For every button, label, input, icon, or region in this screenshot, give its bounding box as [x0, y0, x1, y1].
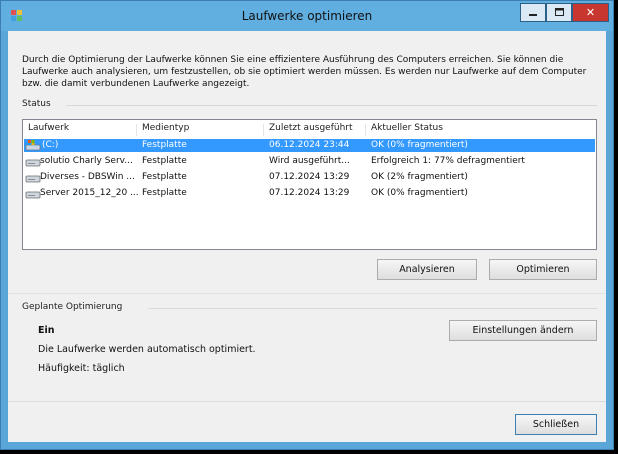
- drive-name: (C:): [42, 140, 59, 150]
- drive-icon: [25, 175, 41, 183]
- system-drive-icon: [25, 140, 41, 151]
- last-run: 06.12.2024 23:44: [269, 140, 350, 150]
- status-separator: [66, 105, 597, 106]
- drive-name: solutio Charly Serv...: [40, 156, 133, 166]
- footer-divider: [8, 401, 606, 402]
- column-divider[interactable]: [263, 124, 264, 136]
- optimize-drives-window: Laufwerke optimieren ✕ Durch die Optimie…: [0, 0, 614, 450]
- list-header: Laufwerk Medientyp Zuletzt ausgeführt Ak…: [23, 123, 596, 136]
- drive-name: Diverses - DBSWin ...: [40, 172, 135, 182]
- intro-text: Durch die Optimierung der Laufwerke könn…: [22, 55, 587, 89]
- media-type: Festplatte: [142, 188, 187, 198]
- client-area: Durch die Optimierung der Laufwerke könn…: [8, 31, 606, 442]
- schedule-state: Ein: [38, 325, 55, 336]
- section-divider: [8, 293, 606, 294]
- analyze-button[interactable]: Analysieren: [377, 259, 477, 280]
- schedule-frequency: Häufigkeit: täglich: [38, 363, 125, 374]
- drive-icon: [25, 191, 41, 199]
- schedule-description: Die Laufwerke werden automatisch optimie…: [38, 344, 256, 355]
- drive-row-diverses[interactable]: Diverses - DBSWin ... Festplatte 07.12.2…: [24, 171, 595, 184]
- current-status: OK (2% fragmentiert): [371, 172, 468, 182]
- optimize-button[interactable]: Optimieren: [489, 259, 597, 280]
- maximize-button[interactable]: [546, 3, 572, 22]
- column-current-status[interactable]: Aktueller Status: [371, 123, 443, 133]
- schedule-separator: [148, 308, 597, 309]
- drive-row-server[interactable]: Server 2015_12_20 ... Festplatte 07.12.2…: [24, 187, 595, 200]
- title-bar[interactable]: Laufwerke optimieren ✕: [1, 1, 613, 31]
- media-type: Festplatte: [142, 172, 187, 182]
- close-window-button[interactable]: ✕: [572, 3, 609, 22]
- drive-row-solutio[interactable]: solutio Charly Serv... Festplatte Wird a…: [24, 155, 595, 168]
- close-icon: ✕: [585, 6, 596, 19]
- current-status: Erfolgreich 1: 77% defragmentiert: [371, 156, 525, 166]
- drives-list[interactable]: Laufwerk Medientyp Zuletzt ausgeführt Ak…: [22, 119, 597, 250]
- status-label: Status: [22, 99, 51, 109]
- change-settings-button[interactable]: Einstellungen ändern: [449, 320, 597, 341]
- last-run: 07.12.2024 13:29: [269, 172, 350, 182]
- minimize-icon: [528, 14, 537, 16]
- close-button[interactable]: Schließen: [515, 414, 597, 435]
- media-type: Festplatte: [142, 140, 187, 150]
- current-status: OK (0% fragmentiert): [371, 140, 468, 150]
- column-divider[interactable]: [365, 124, 366, 136]
- column-media-type[interactable]: Medientyp: [142, 123, 189, 133]
- drive-row-c[interactable]: (C:) Festplatte 06.12.2024 23:44 OK (0% …: [24, 139, 595, 152]
- minimize-button[interactable]: [520, 3, 546, 22]
- column-drive[interactable]: Laufwerk: [28, 123, 69, 133]
- column-divider[interactable]: [136, 124, 137, 136]
- drive-name: Server 2015_12_20 ...: [40, 188, 139, 198]
- drive-icon: [25, 159, 41, 167]
- last-run: 07.12.2024 13:29: [269, 188, 350, 198]
- maximize-icon: [554, 8, 564, 16]
- scheduled-optimization-label: Geplante Optimierung: [22, 302, 123, 312]
- current-status: OK (0% fragmentiert): [371, 188, 468, 198]
- media-type: Festplatte: [142, 156, 187, 166]
- column-last-run[interactable]: Zuletzt ausgeführt: [269, 123, 353, 133]
- last-run: Wird ausgeführt...: [269, 156, 350, 166]
